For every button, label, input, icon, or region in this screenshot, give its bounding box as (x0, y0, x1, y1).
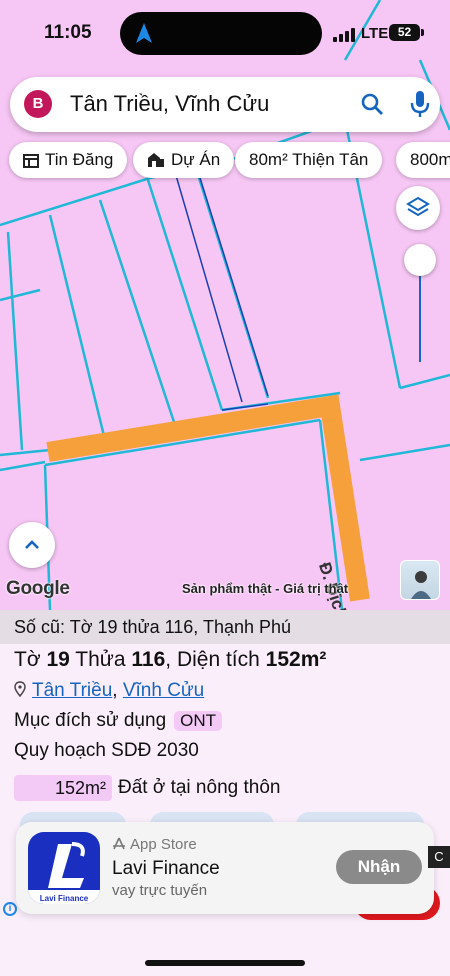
chip-saved-search-1[interactable]: 80m² Thiện Tân (235, 142, 383, 178)
listing-icon (23, 154, 39, 168)
sheet-label: Tờ (14, 648, 41, 671)
layers-icon (406, 196, 430, 217)
area-label: Diện tích (176, 648, 260, 671)
project-icon (148, 153, 164, 167)
chip-label: Tin Đăng (45, 150, 114, 169)
network-type: LTE (361, 25, 389, 42)
lavi-logo-icon: Lavi Finance (28, 842, 100, 904)
dynamic-island (120, 12, 322, 55)
status-bar: 11:05 LTE 52 (0, 0, 450, 66)
opacity-slider-knob[interactable] (404, 244, 436, 276)
promo-thumbnail[interactable] (400, 560, 440, 600)
purpose-label: Mục đích sử dụng (14, 710, 167, 731)
location-pin-icon (14, 681, 26, 698)
land-purpose: Mục đích sử dụng ONT (14, 710, 223, 732)
cellular-signal-icon (333, 26, 357, 42)
area-value: 152m² (265, 648, 327, 671)
google-attribution: Google (6, 578, 70, 599)
avatar[interactable]: B (24, 90, 52, 118)
area-bar: 152m² (14, 775, 112, 801)
separator: , (112, 680, 123, 701)
separator: , (165, 648, 172, 671)
store-name: App Store (130, 836, 197, 853)
search-bar[interactable]: B Tân Triều, Vĩnh Cửu (10, 77, 440, 132)
promo-caption: Sản phẩm thật - Giá trị thật (182, 581, 349, 596)
zoning-plan: Quy hoạch SDĐ 2030 (14, 740, 199, 761)
chip-saved-search-2[interactable]: 800m (396, 142, 450, 178)
ad-choices-badge[interactable]: C (428, 846, 450, 868)
plot-label: Thửa (75, 648, 126, 671)
app-icon: Lavi Finance (28, 832, 100, 904)
opacity-slider-track[interactable] (419, 262, 421, 362)
chip-label: Dự Án (171, 150, 221, 169)
person-photo (411, 571, 431, 599)
svg-text:Lavi Finance: Lavi Finance (40, 894, 89, 903)
chip-projects[interactable]: Dự Án (133, 142, 235, 178)
old-reference: Số cũ: Tờ 19 thửa 116, Thạnh Phú (0, 610, 450, 644)
info-icon[interactable]: i (3, 902, 17, 916)
chip-label: 80m² Thiện Tân (249, 150, 369, 169)
navigation-arrow-icon (136, 23, 152, 43)
app-name: Lavi Finance (112, 858, 220, 879)
parcel-title: Tờ 19 Thửa 116, Diện tích 152m² (14, 648, 326, 672)
store-label: App Store (112, 836, 197, 853)
area-description: Đất ở tại nông thôn (118, 777, 281, 798)
microphone-icon[interactable] (408, 90, 432, 118)
plot-number: 116 (131, 648, 166, 671)
purpose-code-badge: ONT (174, 711, 223, 731)
layers-button[interactable] (396, 186, 440, 230)
app-store-icon (113, 837, 125, 850)
chip-listings[interactable]: Tin Đăng (9, 142, 128, 178)
home-indicator[interactable] (145, 960, 305, 966)
app-subtitle: vay trực tuyến (112, 882, 208, 899)
district-link[interactable]: Vĩnh Cửu (123, 680, 204, 701)
get-app-button[interactable]: Nhận (336, 850, 422, 884)
sheet-number: 19 (46, 648, 70, 671)
status-time: 11:05 (44, 22, 92, 43)
search-icon[interactable] (360, 92, 384, 116)
chip-label: 800m (410, 150, 450, 169)
expand-panel-button[interactable] (9, 522, 55, 568)
app-store-ad[interactable]: Lavi Finance App Store Lavi Finance vay … (16, 822, 434, 914)
chevron-up-icon (25, 540, 39, 549)
battery-icon: 52 (389, 24, 424, 41)
search-input[interactable]: Tân Triều, Vĩnh Cửu (70, 91, 269, 117)
ward-link[interactable]: Tân Triều (32, 680, 112, 701)
location-line: Tân Triều, Vĩnh Cửu (14, 680, 204, 702)
